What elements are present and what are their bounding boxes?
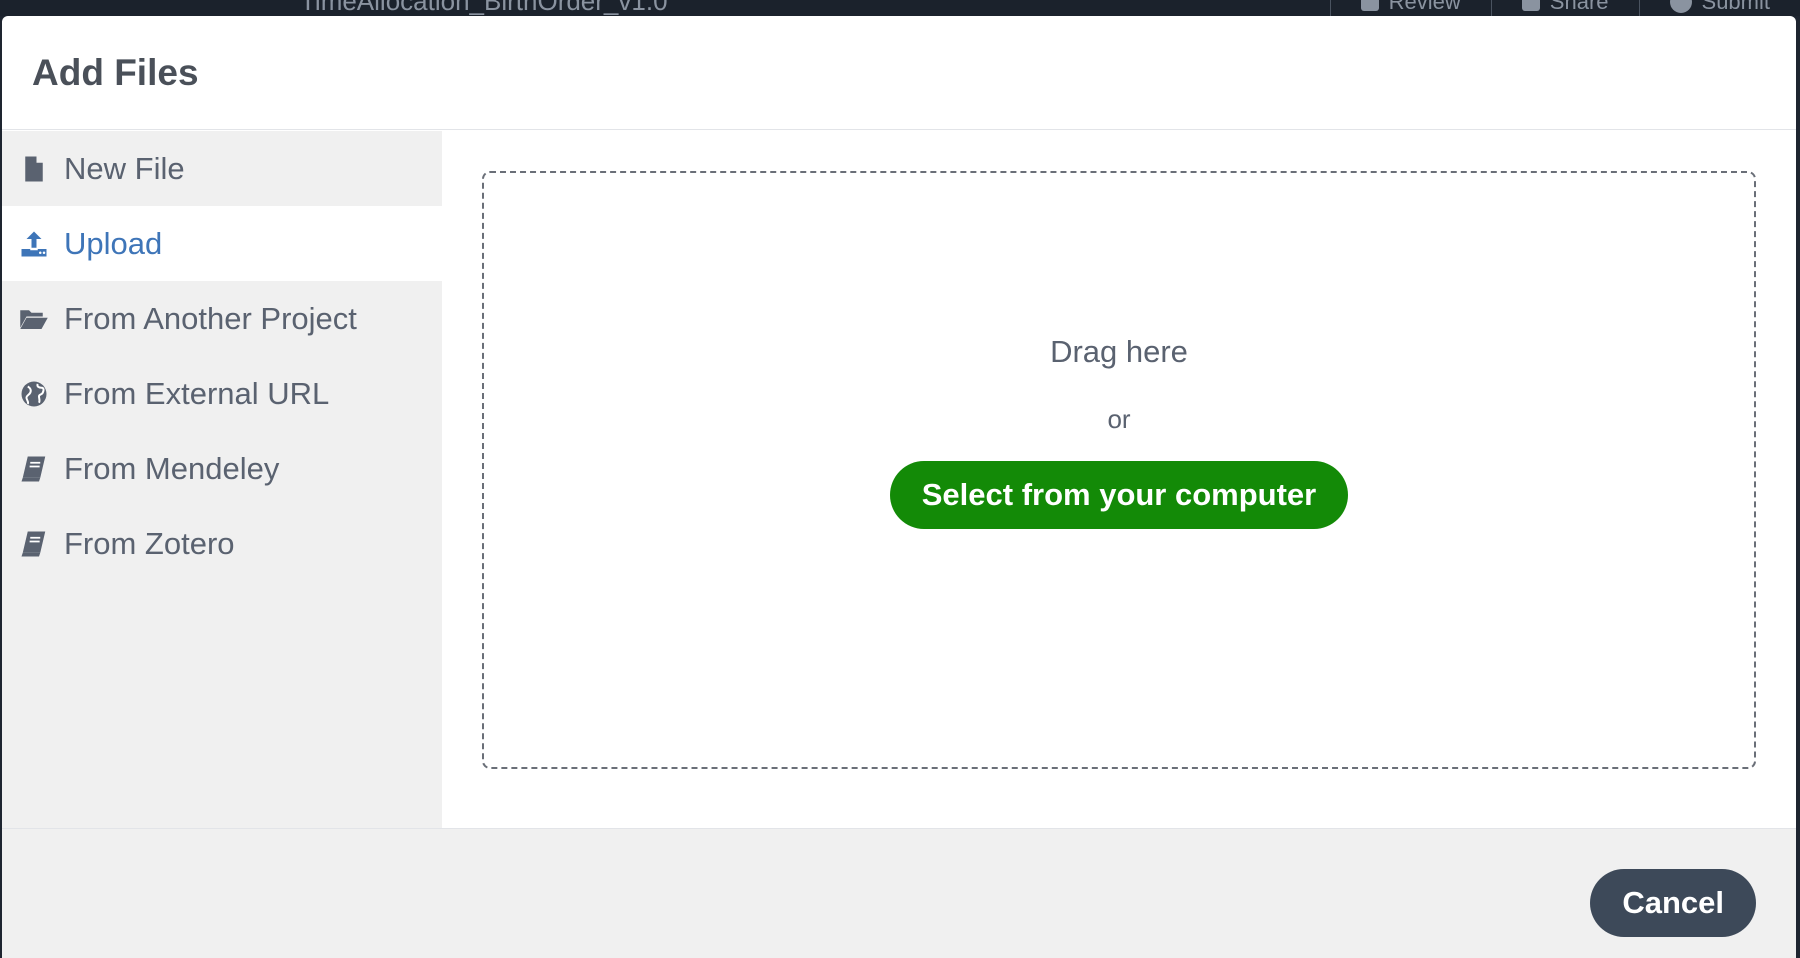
- sidebar-item-label: From Mendeley: [64, 450, 280, 486]
- sidebar-item-from-zotero[interactable]: From Zotero: [2, 506, 442, 581]
- sidebar-item-upload[interactable]: Upload: [2, 206, 442, 281]
- review-tool: Review: [1329, 0, 1491, 16]
- modal-header: Add Files: [2, 16, 1796, 130]
- submit-tool: Submit: [1638, 0, 1800, 16]
- submit-icon: [1669, 0, 1692, 13]
- file-icon: [18, 153, 50, 185]
- sidebar: New File Upload From Another Project Fro…: [2, 131, 442, 828]
- globe-icon: [18, 378, 50, 410]
- sidebar-item-from-another-project[interactable]: From Another Project: [2, 281, 442, 356]
- project-title: TimeAllocation_BirthOrder_v1.0: [300, 0, 668, 16]
- sidebar-item-label: New File: [64, 150, 185, 186]
- upload-icon: [18, 228, 50, 260]
- modal-footer: Cancel: [2, 828, 1796, 958]
- sidebar-item-label: Upload: [64, 225, 163, 261]
- folder-open-icon: [18, 303, 50, 335]
- add-files-modal: Add Files New File Upload From Another P…: [2, 16, 1796, 958]
- upload-panel: Drag here or Select from your computer: [442, 131, 1796, 828]
- cancel-button[interactable]: Cancel: [1590, 869, 1756, 937]
- sidebar-item-label: From External URL: [64, 375, 330, 411]
- book-icon: [18, 528, 50, 560]
- sidebar-item-from-mendeley[interactable]: From Mendeley: [2, 431, 442, 506]
- modal-body: New File Upload From Another Project Fro…: [2, 131, 1796, 828]
- share-tool: Share: [1490, 0, 1639, 16]
- sidebar-item-label: From Zotero: [64, 525, 235, 561]
- sidebar-item-from-external-url[interactable]: From External URL: [2, 356, 442, 431]
- book-icon: [18, 453, 50, 485]
- share-icon: [1521, 0, 1540, 11]
- sidebar-item-label: From Another Project: [64, 300, 357, 336]
- select-from-computer-button[interactable]: Select from your computer: [889, 460, 1349, 529]
- or-text: or: [1107, 403, 1131, 434]
- file-dropzone[interactable]: Drag here or Select from your computer: [482, 171, 1756, 769]
- sidebar-item-new-file[interactable]: New File: [2, 131, 442, 206]
- drag-here-text: Drag here: [1050, 333, 1188, 369]
- submit-label: Submit: [1701, 0, 1770, 14]
- review-icon: [1360, 0, 1379, 11]
- review-label: Review: [1388, 0, 1461, 14]
- share-label: Share: [1549, 0, 1609, 14]
- modal-title: Add Files: [32, 51, 199, 93]
- background-tools: Review Share Submit: [1329, 0, 1800, 16]
- background-toolbar: TimeAllocation_BirthOrder_v1.0 Review Sh…: [0, 0, 1800, 16]
